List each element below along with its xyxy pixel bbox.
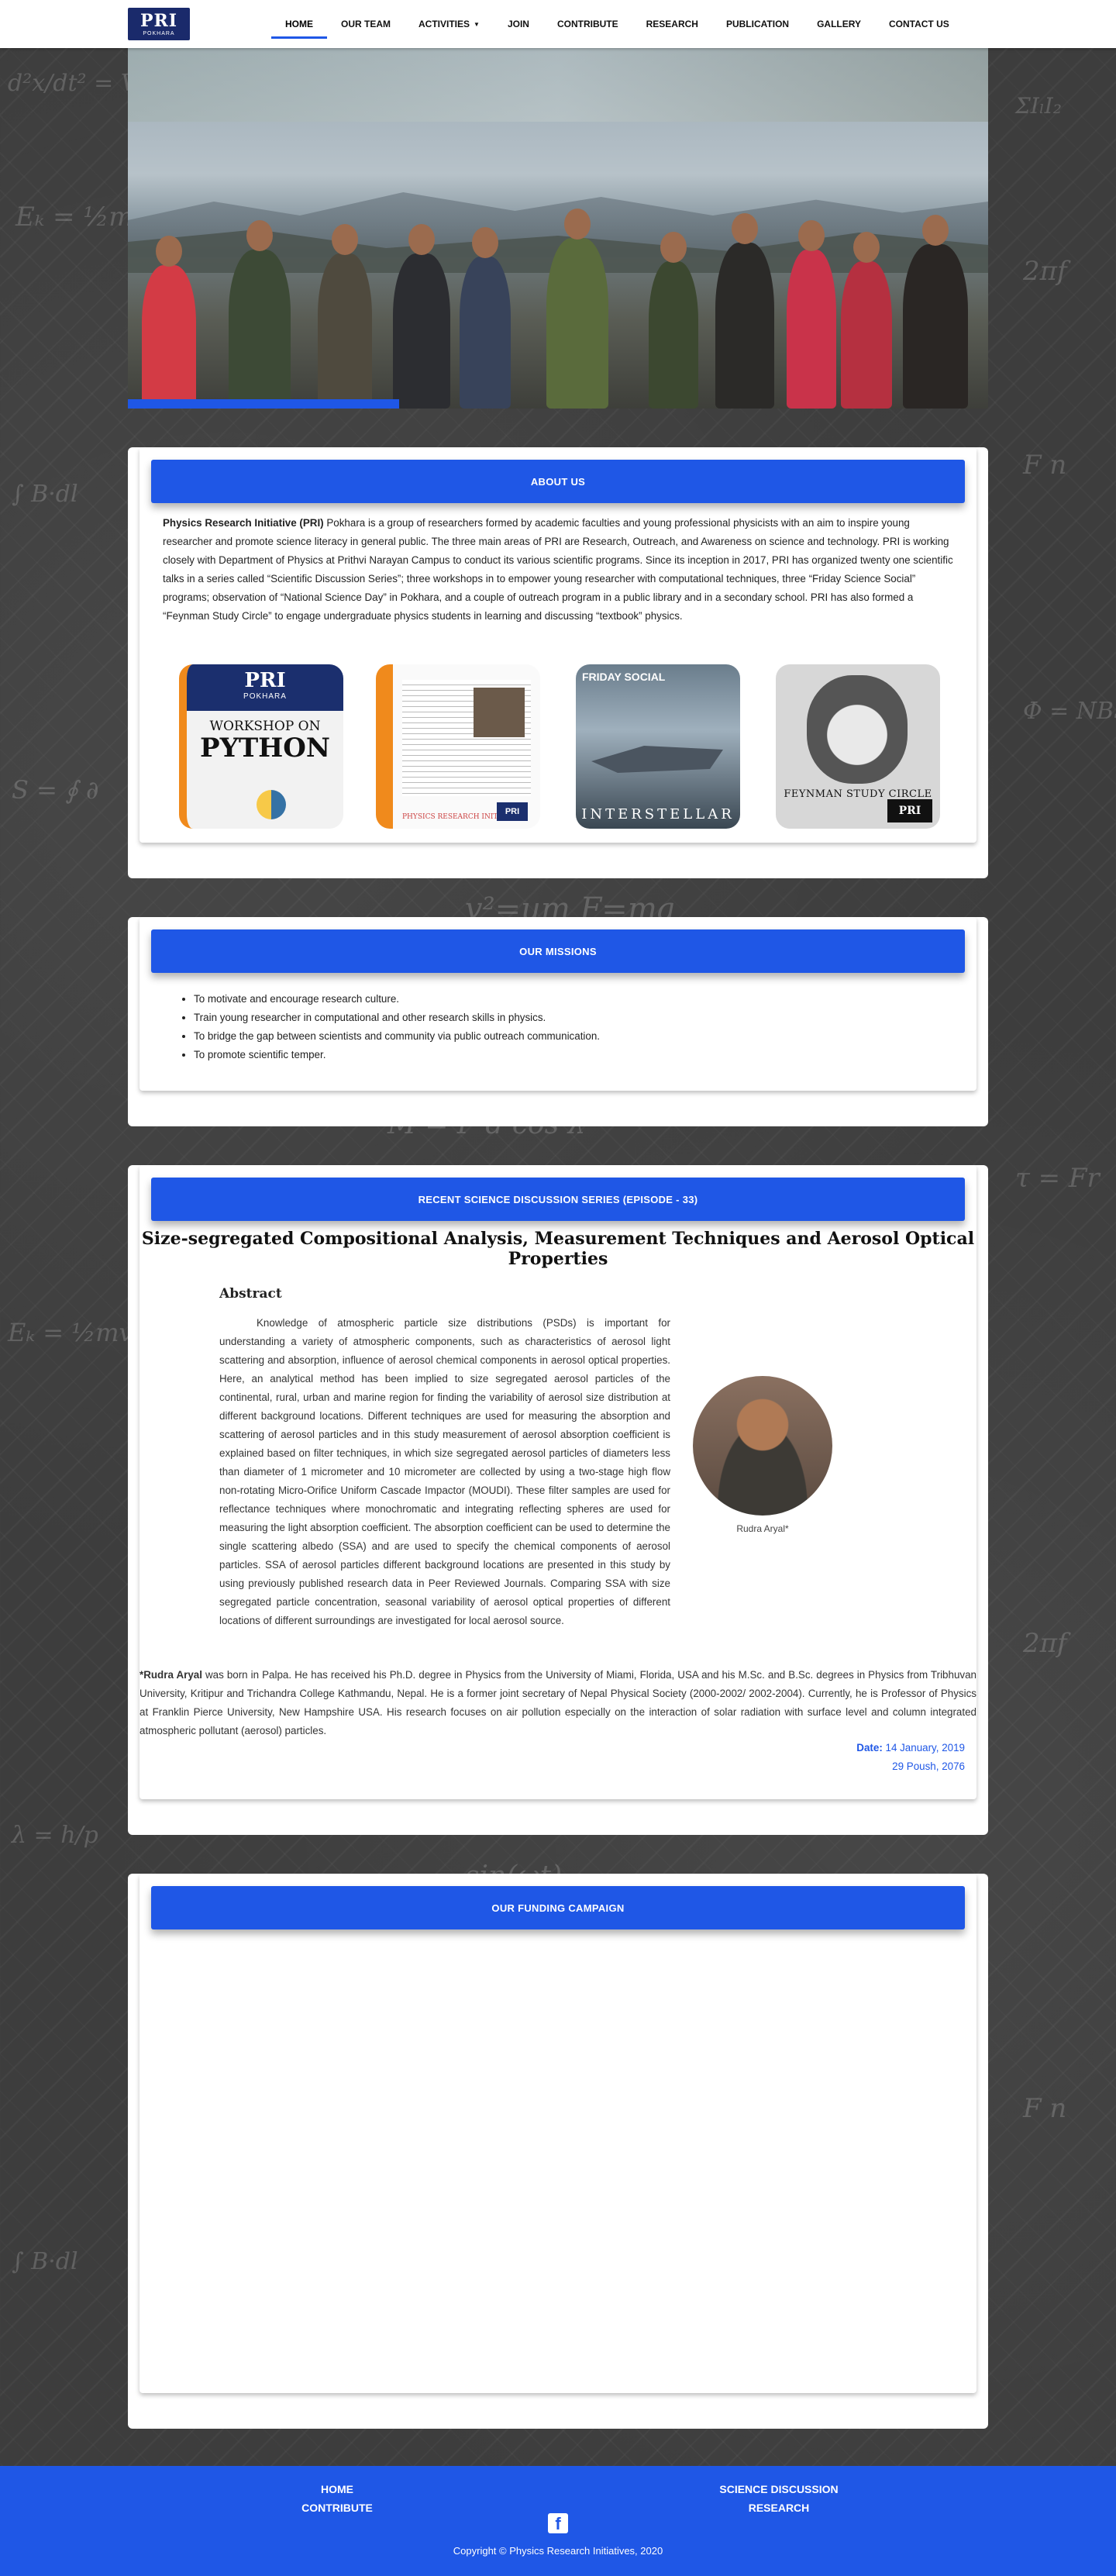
nav-activities-label: ACTIVITIES xyxy=(418,19,470,29)
discussion-heading: RECENT SCIENCE DISCUSSION SERIES (EPISOD… xyxy=(418,1193,698,1205)
facebook-icon[interactable]: f xyxy=(548,2513,568,2533)
top-navbar: PRI POKHARA HOME OUR TEAM ACTIVITIES ▼ JO… xyxy=(0,0,1116,48)
nav-contact-us-label: CONTACT US xyxy=(888,19,949,29)
nav-join[interactable]: JOIN xyxy=(494,0,543,48)
date-label: Date: xyxy=(856,1742,883,1754)
person xyxy=(229,220,291,409)
about-org-name: Physics Research Initiative (PRI) xyxy=(163,517,324,529)
nav-home[interactable]: HOME xyxy=(271,0,327,48)
person xyxy=(460,227,511,409)
discussion-series-poster[interactable]: PHYSICS RESEARCH INITIATIVE PRI xyxy=(376,664,540,829)
speaker-photo xyxy=(693,1376,832,1516)
nav-contribute[interactable]: CONTRIBUTE xyxy=(543,0,632,48)
person xyxy=(546,209,608,409)
person xyxy=(715,213,774,409)
feynman-portrait xyxy=(807,675,908,784)
missions-heading-banner: OUR MISSIONS xyxy=(151,929,965,973)
footer-contribute-link[interactable]: CONTRIBUTE xyxy=(260,2502,415,2514)
hero-slider-progress-bar xyxy=(128,399,399,409)
spaceship-image xyxy=(591,746,723,773)
nav-gallery[interactable]: GALLERY xyxy=(803,0,875,48)
pri-badge: PRI xyxy=(497,802,528,821)
nav-home-label: HOME xyxy=(285,19,313,29)
pri-logo[interactable]: PRI POKHARA xyxy=(128,8,190,40)
footer-home-link[interactable]: HOME xyxy=(260,2483,415,2495)
friday-social-poster[interactable]: FRIDAY SOCIAL INTERSTELLAR xyxy=(576,664,740,829)
about-section: ABOUT US Physics Research Initiative (PR… xyxy=(128,447,988,878)
poster-pokhara-text: POKHARA xyxy=(243,692,287,701)
abstract-heading: Abstract xyxy=(219,1286,282,1302)
python-logo-icon xyxy=(257,790,286,819)
date-english: 14 January, 2019 xyxy=(882,1742,966,1754)
missions-heading: OUR MISSIONS xyxy=(519,945,597,957)
missions-section: OUR MISSIONS To motivate and encourage r… xyxy=(128,917,988,1126)
logo-text: PRI xyxy=(140,10,178,31)
talk-title: Size-segregated Compositional Analysis, … xyxy=(141,1229,975,1269)
nav-gallery-label: GALLERY xyxy=(817,19,861,29)
nav-publication[interactable]: PUBLICATION xyxy=(712,0,803,48)
nav-research[interactable]: RESEARCH xyxy=(632,0,712,48)
abstract-body: Knowledge of atmospheric particle size d… xyxy=(219,1317,670,1626)
pri-badge: PRI xyxy=(887,799,932,822)
caret-down-icon: ▼ xyxy=(474,20,480,28)
speaker-thumbnail xyxy=(474,688,525,737)
footer-science-discussion-link[interactable]: SCIENCE DISCUSSION xyxy=(701,2483,856,2495)
interstellar-title: INTERSTELLAR xyxy=(581,806,735,822)
friday-social-label: FRIDAY SOCIAL xyxy=(582,671,666,683)
funding-section: OUR FUNDING CAMPAIGN xyxy=(128,1874,988,2429)
copyright-text: Copyright © Physics Research Initiatives… xyxy=(453,2545,663,2557)
nav-contribute-label: CONTRIBUTE xyxy=(556,19,618,29)
talk-date: Date: 14 January, 2019 29 Poush, 2076 xyxy=(856,1739,965,1776)
missions-list: To motivate and encourage research cultu… xyxy=(180,990,600,1064)
about-text: Pokhara is a group of researchers formed… xyxy=(163,517,953,622)
about-heading: ABOUT US xyxy=(530,475,586,488)
funding-heading: OUR FUNDING CAMPAIGN xyxy=(491,1902,625,1914)
site-footer: HOME CONTRIBUTE SCIENCE DISCUSSION RESEA… xyxy=(0,2466,1116,2576)
person xyxy=(649,232,698,409)
person xyxy=(903,215,968,409)
nav-our-team[interactable]: OUR TEAM xyxy=(327,0,405,48)
person xyxy=(841,232,892,409)
main-nav: HOME OUR TEAM ACTIVITIES ▼ JOIN CONTRIBUT… xyxy=(271,0,963,48)
hero-group-photo[interactable] xyxy=(128,48,988,409)
mission-item: To motivate and encourage research cultu… xyxy=(194,990,600,1009)
footer-research-link[interactable]: RESEARCH xyxy=(701,2502,856,2514)
mission-item: To promote scientific temper. xyxy=(194,1046,600,1064)
funding-heading-banner: OUR FUNDING CAMPAIGN xyxy=(151,1886,965,1929)
logo-subtext: POKHARA xyxy=(143,30,175,36)
poster-title-line2: PYTHON xyxy=(200,733,330,764)
speaker-caption: Rudra Aryal* xyxy=(736,1523,789,1534)
mission-item: Train young researcher in computational … xyxy=(194,1009,600,1027)
nav-our-team-label: OUR TEAM xyxy=(341,19,391,29)
feynman-label: FEYNMAN STUDY CIRCLE xyxy=(784,788,932,800)
feynman-study-circle-poster[interactable]: FEYNMAN STUDY CIRCLE PRI xyxy=(776,664,940,829)
hero-thumbnail-strip xyxy=(128,48,988,122)
speaker-bio-name: *Rudra Aryal xyxy=(140,1669,202,1681)
person xyxy=(393,224,450,409)
poster-pri-text: PRI xyxy=(244,669,286,692)
nav-contact-us[interactable]: CONTACT US xyxy=(875,0,963,48)
discussion-series-section: RECENT SCIENCE DISCUSSION SERIES (EPISOD… xyxy=(128,1165,988,1835)
speaker-bio-text: was born in Palpa. He has received his P… xyxy=(140,1669,976,1736)
speaker-bio: *Rudra Aryal was born in Palpa. He has r… xyxy=(140,1666,976,1740)
nav-publication-label: PUBLICATION xyxy=(725,19,790,29)
poster-title-line1: WORKSHOP ON xyxy=(209,719,321,734)
person xyxy=(318,224,372,409)
workshop-python-poster[interactable]: PRI POKHARA WORKSHOP ON PYTHON xyxy=(179,664,343,829)
nav-join-label: JOIN xyxy=(507,19,529,29)
nav-activities[interactable]: ACTIVITIES ▼ xyxy=(405,0,494,48)
about-heading-banner: ABOUT US xyxy=(151,460,965,503)
nav-research-label: RESEARCH xyxy=(646,19,698,29)
mission-item: To bridge the gap between scientists and… xyxy=(194,1027,600,1046)
about-paragraph: Physics Research Initiative (PRI) Pokhar… xyxy=(163,514,953,626)
person xyxy=(787,220,836,409)
person xyxy=(142,236,196,409)
date-nepali: 29 Poush, 2076 xyxy=(892,1760,965,1772)
funding-inner-card xyxy=(140,1874,976,2393)
discussion-heading-banner: RECENT SCIENCE DISCUSSION SERIES (EPISOD… xyxy=(151,1178,965,1221)
